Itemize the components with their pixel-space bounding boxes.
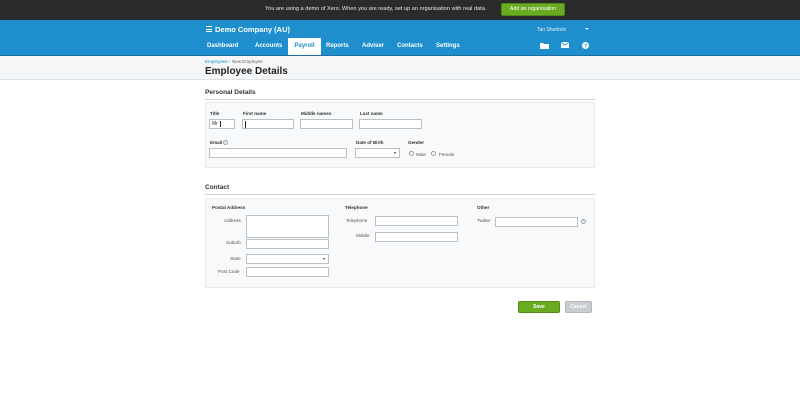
address-field[interactable] [246,215,329,238]
contact-heading: Contact [205,184,230,191]
breadcrumb-separator: › [229,59,231,64]
tab-settings[interactable]: Settings [436,38,460,55]
tab-dashboard[interactable]: Dashboard [207,38,238,55]
text-cursor [245,120,246,128]
personal-details-heading: Personal Details [205,89,256,96]
breadcrumb-employees-link[interactable]: Employees [205,59,228,64]
user-menu[interactable]: Tan Sherlock [537,27,566,33]
dob-label: Date of Birth [356,140,384,145]
gender-female-label: Female [439,151,455,157]
telephone-field[interactable] [375,216,458,226]
email-field[interactable] [209,148,347,158]
last-name-field[interactable] [359,119,422,129]
demo-banner-text: You are using a demo of Xero. When you a… [265,6,487,12]
org-name[interactable]: Demo Company (AU) [215,25,290,34]
gender-male-radio[interactable] [409,151,414,156]
page-header [0,56,800,80]
mail-icon[interactable] [561,42,569,48]
svg-text:?: ? [584,43,587,49]
tab-contacts[interactable]: Contacts [397,38,423,55]
mobile-label: Mobile [356,233,370,238]
postal-address-heading: Postal Address [212,205,246,210]
email-label: Email [210,140,223,145]
section-divider [205,194,595,195]
chevron-down-icon [585,28,589,30]
telephone-heading: Telephone [345,205,368,210]
tab-payroll[interactable]: Payroll [288,38,321,55]
help-icon[interactable]: ? [582,42,589,49]
tab-adviser[interactable]: Adviser [362,38,384,55]
twitter-label: Twitter [477,218,491,223]
breadcrumb: Employees › New Employee [205,59,263,64]
mobile-field[interactable] [375,232,458,242]
add-organisation-button[interactable]: Add an organisation [501,3,565,16]
gender-female-radio[interactable] [431,151,436,156]
text-cursor [220,121,221,127]
first-name-field[interactable] [242,119,294,129]
breadcrumb-current: New Employee [231,59,263,64]
address-label: Address [224,218,241,223]
tab-accounts[interactable]: Accounts [255,38,282,55]
section-divider [205,99,595,100]
first-name-label: First name [243,111,267,116]
telephone-label: Telephone [346,218,368,223]
last-name-label: Last name [360,111,383,116]
title-label: Title [210,111,220,116]
org-menu-icon[interactable] [206,26,212,32]
gender-label: Gender [408,140,425,145]
middle-names-field[interactable] [300,119,353,129]
cancel-button[interactable]: Cancel [565,301,592,313]
post-code-label: Post Code [218,269,240,274]
suburb-field[interactable] [246,239,329,249]
state-label: State [230,256,241,261]
post-code-field[interactable] [246,267,329,277]
demo-banner: You are using a demo of Xero. When you a… [0,0,800,20]
suburb-label: Suburb [226,240,241,245]
other-heading: Other [477,205,490,210]
info-icon[interactable]: i [223,140,228,145]
tab-reports[interactable]: Reports [326,38,349,55]
page-title: Employee Details [205,66,288,77]
chevron-down-icon [394,152,396,154]
chevron-down-icon [323,258,325,260]
state-select[interactable] [246,254,329,264]
folder-icon[interactable] [540,42,549,49]
info-icon[interactable]: i [581,219,586,224]
twitter-field[interactable] [495,217,578,227]
middle-names-label: Middle names [301,111,332,116]
title-field[interactable] [209,119,235,129]
gender-male-label: Male [416,151,426,157]
save-button[interactable]: Save [518,301,560,313]
